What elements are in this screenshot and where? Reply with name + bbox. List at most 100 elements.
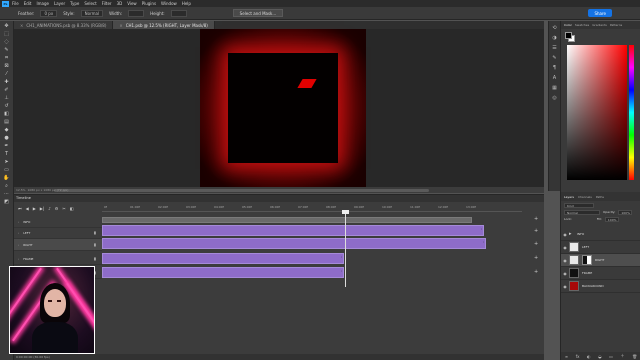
chevron-right-icon[interactable]: › [18,231,19,235]
opacity-input[interactable]: 100% [618,210,633,215]
tab-color[interactable]: Color [564,23,572,27]
playhead-handle[interactable] [342,210,349,214]
add-media-icon[interactable]: + [534,228,538,234]
select-and-mask-button[interactable]: Select and Mask... [232,9,284,17]
play-icon[interactable]: ▶ [33,206,36,211]
layer-row-info[interactable]: ◉ ▸ INFO [561,228,640,241]
tab-ch1[interactable]: × CH1.psb @ 12.5% (RIGHT, Layer Mask/8) [113,21,215,29]
frame-tool-icon[interactable]: ⊠ [3,63,11,69]
chevron-right-icon[interactable]: › [18,243,19,247]
track-right[interactable]: › RIGHT ▮ [14,239,102,251]
chevron-right-icon[interactable]: › [18,220,19,224]
menu-3d[interactable]: 3D [117,1,123,6]
hue-slider[interactable] [629,45,634,180]
split-icon[interactable]: ✂ [62,206,65,211]
dodge-tool-icon[interactable]: ● [3,135,11,141]
layer-filter-select[interactable]: Kind [564,203,594,208]
clip-frame[interactable]: ⁞ [102,253,344,264]
move-tool-icon[interactable]: ✥ [3,23,11,29]
brush-tool-icon[interactable]: ✐ [3,87,11,93]
scrollbar-thumb[interactable] [54,188,429,192]
new-group-icon[interactable]: ▭ [609,354,613,359]
group-bar-info[interactable] [102,217,472,223]
fill-input[interactable]: 100% [604,217,619,222]
visibility-eye-icon[interactable]: ◉ [561,271,569,276]
layer-row-right[interactable]: ◉ RIGHT [561,254,640,267]
type-tool-icon[interactable]: T [3,151,11,157]
clip-right[interactable]: ⁞ [102,238,486,249]
tab-gradients[interactable]: Gradients [592,23,607,27]
path-select-tool-icon[interactable]: ➤ [3,159,11,165]
menu-help[interactable]: Help [182,1,191,6]
add-mask-icon[interactable]: ◐ [587,354,591,359]
history-brush-tool-icon[interactable]: ↺ [3,103,11,109]
layer-row-frame[interactable]: ◉ FRAME [561,267,640,280]
next-frame-icon[interactable]: ▶| [40,206,44,211]
visibility-eye-icon[interactable]: ◉ [561,258,569,263]
film-icon[interactable]: ▮ [94,230,96,235]
menu-type[interactable]: Type [70,1,79,6]
gradient-tool-icon[interactable]: ▤ [3,119,11,125]
add-media-icon[interactable]: + [534,241,538,247]
feather-input[interactable]: 0 px [40,9,58,17]
layer-row-background[interactable]: ◉ BACKGROUND [561,280,640,293]
chevron-right-icon[interactable]: › [18,257,19,261]
marquee-tool-icon[interactable]: ⬚ [3,31,11,37]
visibility-eye-icon[interactable]: ◉ [561,232,569,237]
crop-tool-icon[interactable]: ⌗ [3,55,11,61]
clip-end-handle[interactable]: ⁞ [483,240,484,244]
adjust-icon[interactable]: ◑ [551,36,558,41]
history-icon[interactable]: ⟲ [551,26,558,31]
audio-icon[interactable]: ♪ [48,206,51,211]
tab-channels[interactable]: Channels [578,195,592,199]
film-icon[interactable]: ▮ [94,242,96,247]
hand-tool-icon[interactable]: ✋ [3,175,11,181]
settings-gear-icon[interactable]: ⚙ [55,206,59,211]
color-swatches-icon[interactable]: ◩ [3,199,11,205]
stamp-tool-icon[interactable]: ⊥ [3,95,11,101]
clip-background[interactable]: ⁞ [102,267,344,278]
character-icon[interactable]: A [551,76,558,81]
clip-end-handle[interactable]: ⁞ [481,227,482,231]
blur-tool-icon[interactable]: ◆ [3,127,11,133]
close-icon[interactable]: × [119,23,122,28]
track-left[interactable]: › LEFT ▮ [14,227,102,239]
menu-filter[interactable]: Filter [102,1,112,6]
layer-mask-thumbnail[interactable] [582,255,592,265]
transition-icon[interactable]: ◧ [70,206,74,211]
trash-icon[interactable]: 🗑 [632,354,637,359]
add-media-icon[interactable]: + [534,216,538,222]
eraser-tool-icon[interactable]: ◧ [3,111,11,117]
style-select[interactable]: Normal [80,9,104,17]
height-input[interactable] [170,9,187,17]
shape-tool-icon[interactable]: ▭ [3,167,11,173]
navigator-icon[interactable]: ◎ [551,96,558,101]
quick-select-tool-icon[interactable]: ✎ [3,47,11,53]
menu-view[interactable]: View [127,1,137,6]
timeline-ruler[interactable]: 0f 01:00f 02:00f 03:00f 04:00f 05:00f 06… [102,204,522,212]
document-canvas[interactable] [200,29,366,187]
visibility-eye-icon[interactable]: ◉ [561,284,569,289]
menu-plugins[interactable]: Plugins [142,1,156,6]
libraries-icon[interactable]: ▦ [551,86,558,91]
menu-image[interactable]: Image [36,1,49,6]
close-icon[interactable]: × [20,23,23,28]
tab-patterns[interactable]: Patterns [610,23,622,27]
color-picker-field[interactable] [567,45,627,180]
menu-select[interactable]: Select [84,1,96,6]
film-icon[interactable]: ▮ [94,256,96,261]
clip-left[interactable]: ⁞ [102,225,484,236]
more-tools-icon[interactable]: ⋯ [3,191,11,197]
clip-end-handle[interactable]: ⁞ [341,255,342,259]
track-frame[interactable]: › FRAME ▮ [14,253,102,265]
tab-paths[interactable]: Paths [596,195,604,199]
pen-tool-icon[interactable]: ✒ [3,143,11,149]
properties-icon[interactable]: ☰ [551,46,558,51]
link-layers-icon[interactable]: ∞ [565,354,568,359]
first-frame-icon[interactable]: ⏮ [18,206,22,211]
adjustment-layer-icon[interactable]: ◒ [598,354,602,359]
menu-file[interactable]: File [12,1,19,6]
tab-swatches[interactable]: Swatches [575,23,589,27]
menu-layer[interactable]: Layer [54,1,65,6]
tab-ch1-animations[interactable]: × CH1_ANIMATIONS.psb @ 8.33% (RGB/8) [14,21,114,29]
